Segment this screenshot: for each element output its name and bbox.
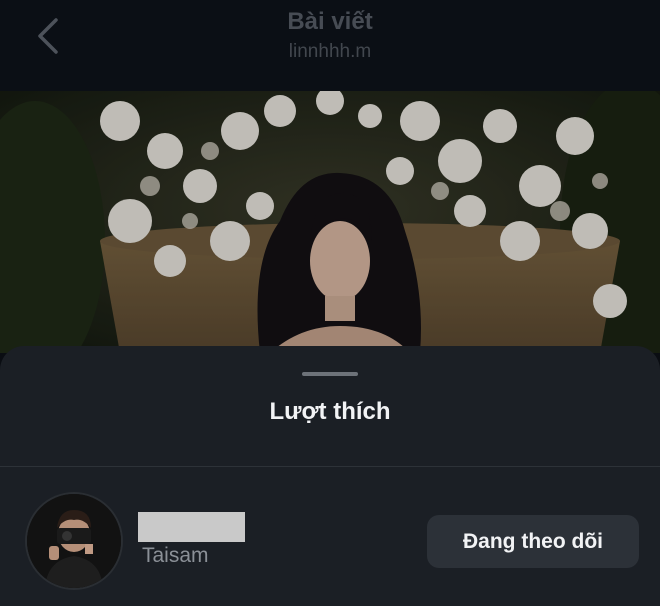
redacted-display-name	[138, 512, 245, 542]
photo-overlay	[0, 91, 660, 353]
following-button[interactable]: Đang theo dõi	[427, 515, 639, 568]
top-bar: Bài viết linnhhh.m	[0, 0, 660, 91]
username-label: Taisam	[142, 544, 209, 567]
page-title: Bài viết	[287, 8, 373, 35]
post-photo	[0, 91, 660, 353]
avatar[interactable]	[27, 494, 121, 588]
sheet-drag-handle[interactable]	[302, 372, 358, 376]
likes-sheet: Lượt thích Taisam Đang theo dõi	[0, 346, 660, 606]
sheet-title: Lượt thích	[269, 398, 391, 425]
post-author-handle: linnhhh.m	[288, 41, 372, 62]
divider	[0, 466, 660, 467]
list-item[interactable]: Taisam Đang theo dõi	[0, 486, 660, 588]
